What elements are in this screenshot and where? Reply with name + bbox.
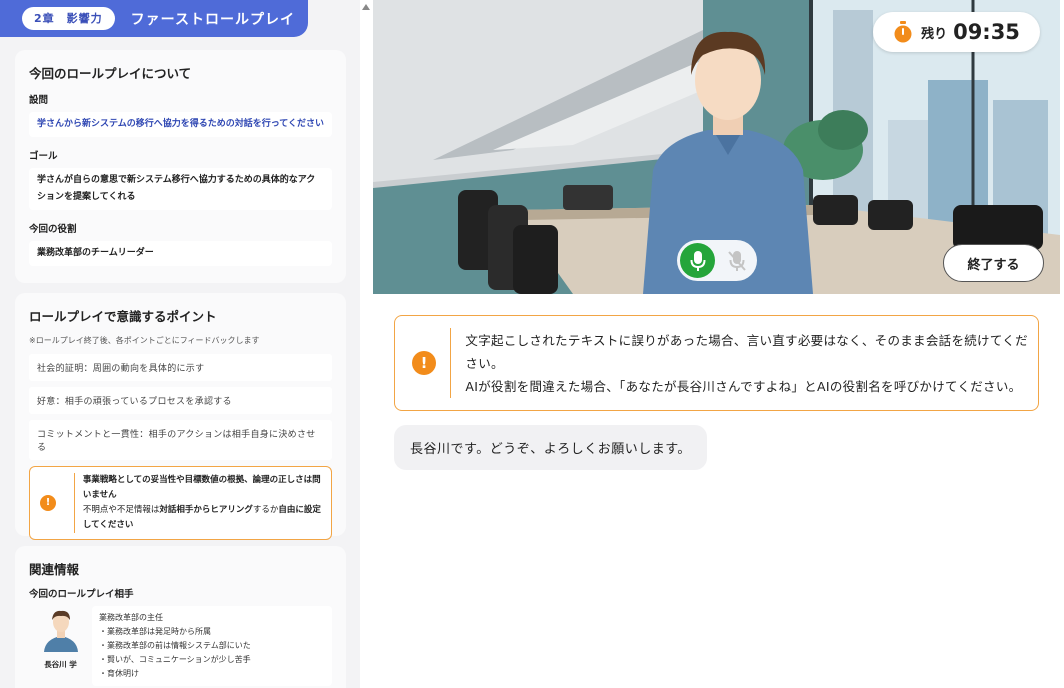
profile-title: 業務改革部の主任 (99, 613, 163, 622)
partner-avatar-block: 長谷川 学 (29, 606, 92, 686)
points-warning: ! 事業戦略としての妥当性や目標数値の根拠、論理の正しさは問いません 不明点や不… (29, 466, 332, 540)
partner-row: 長谷川 学 業務改革部の主任 ・業務改革部は発足時から所属 ・業務改革部の前は情… (29, 606, 332, 686)
role-label: 今回の役割 (29, 224, 77, 235)
partner-name: 長谷川 学 (44, 660, 77, 669)
notice-line2: AIが役割を間違えた場合、「あなたが長谷川さんですよね」とAIの役割名を呼びかけ… (465, 378, 1022, 394)
profile-item: ・業務改革部は発足時から所属 (99, 627, 211, 636)
point-item: コミットメントと一貫性：相手のアクションは相手自身に決めさせる (29, 420, 332, 460)
scroll-up-arrow[interactable] (362, 4, 370, 10)
points-card: ロールプレイで意識するポイント ※ロールプレイ終了後、各ポイントごとにフィードバ… (15, 293, 346, 540)
mic-on-button[interactable] (680, 243, 715, 278)
left-panel: 2章 影響力 ファーストロールプレイ 今回のロールプレイについて 設問 学さんか… (0, 0, 360, 688)
warning-line1: 事業戦略としての妥当性や目標数値の根拠、論理の正しさは問いません (82, 475, 321, 500)
question-text: 学さんから新システムの移行へ協力を得るための対話を行ってください (29, 112, 332, 137)
point-item: 好意：相手の頑張っているプロセスを承認する (29, 387, 332, 414)
roleplay-app: 2章 影響力 ファーストロールプレイ 今回のロールプレイについて 設問 学さんか… (0, 0, 1064, 688)
profile-item: ・育休明け (99, 669, 139, 678)
notice-warning-icon: ! (412, 351, 436, 375)
chat-message: 長谷川です。どうぞ、よろしくお願いします。 (394, 425, 707, 470)
warning-divider (74, 473, 75, 533)
related-heading: 関連情報 (29, 562, 80, 577)
points-note: ※ロールプレイ終了後、各ポイントごとにフィードバックします (29, 336, 260, 345)
point-item: 社会的証明：周囲の動向を具体的に示す (29, 354, 332, 381)
goal-text: 学さんが自らの意思で新システム移行へ協力するための具体的なアクションを提案してく… (29, 168, 332, 210)
remaining-time: 09:35 (953, 20, 1020, 44)
notice-text: 文字起こしされたテキストに誤りがあった場合、言い直す必要はなく、そのまま会話を続… (465, 329, 1038, 398)
profile-item: ・賢いが、コミュニケーションが少し苦手 (99, 655, 251, 664)
lesson-header: 2章 影響力 ファーストロールプレイ (0, 0, 308, 37)
profile-item: ・業務改革部の前は情報システム部にいた (99, 641, 251, 650)
warning-line2b: 対話相手からヒアリング (159, 505, 253, 515)
mic-off-button[interactable] (719, 243, 754, 278)
warning-text: 事業戦略としての妥当性や目標数値の根拠、論理の正しさは問いません 不明点や不足情… (83, 473, 321, 533)
microphone-icon (690, 250, 705, 271)
partner-label: 今回のロールプレイ相手 (29, 589, 134, 600)
remaining-label: 残り (921, 26, 948, 42)
about-card: 今回のロールプレイについて 設問 学さんから新システムの移行へ協力を得るための対… (15, 50, 346, 283)
warning-line2a: 不明点や不足情報は (82, 505, 160, 515)
notice-line1: 文字起こしされたテキストに誤りがあった場合、言い直す必要はなく、そのまま会話を続… (465, 332, 1028, 371)
lesson-title: ファーストロールプレイ (130, 11, 295, 28)
points-heading: ロールプレイで意識するポイント (29, 309, 217, 324)
about-heading: 今回のロールプレイについて (29, 66, 192, 81)
warning-line2c: するか (252, 505, 279, 515)
chapter-badge: 2章 影響力 (22, 7, 115, 30)
right-panel: 残り 09:35 終了する ! 文字起こしされたテキストに誤りがあった場合、言い… (373, 0, 1064, 688)
question-label: 設問 (29, 95, 49, 106)
partner-profile: 業務改革部の主任 ・業務改革部は発足時から所属 ・業務改革部の前は情報システム部… (92, 606, 332, 686)
mic-toggle[interactable] (677, 240, 757, 281)
partner-avatar (43, 610, 78, 652)
microphone-muted-icon (727, 250, 746, 271)
video-scene: 残り 09:35 終了する (373, 0, 1060, 294)
stopwatch-icon (894, 21, 912, 43)
related-card: 関連情報 今回のロールプレイ相手 長谷川 学 業務改革部の主任 ・業務改革部は発… (15, 546, 346, 688)
notice-box: ! 文字起こしされたテキストに誤りがあった場合、言い直す必要はなく、そのまま会話… (394, 315, 1039, 411)
warning-icon: ! (40, 495, 56, 511)
goal-label: ゴール (29, 151, 58, 162)
notice-divider (450, 328, 452, 398)
role-text: 業務改革部のチームリーダー (29, 241, 332, 266)
end-session-button[interactable]: 終了する (943, 244, 1044, 282)
timer-display: 残り 09:35 (873, 12, 1040, 52)
